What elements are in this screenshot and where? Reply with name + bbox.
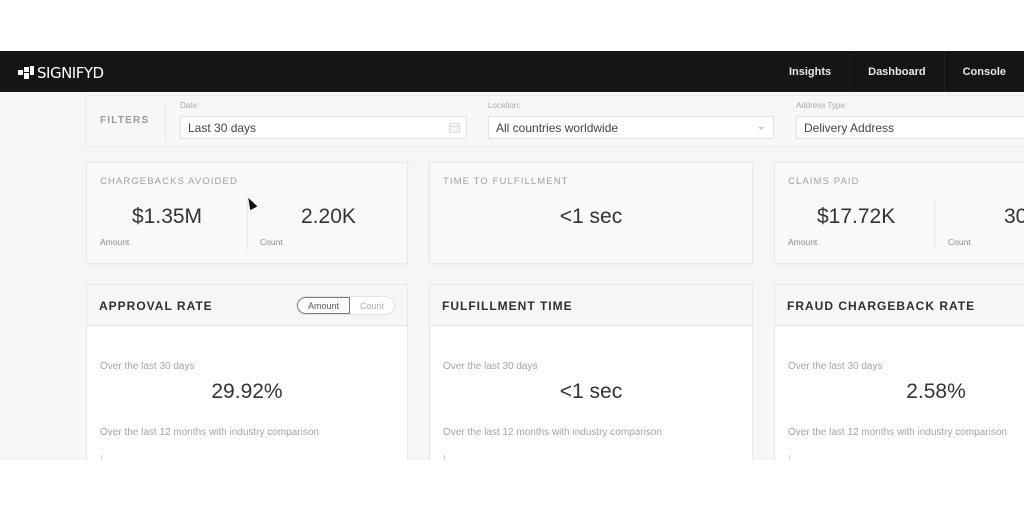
fraud-chargeback-rate-value: 2.58% xyxy=(906,380,966,403)
nav-dashboard[interactable]: Dashboard xyxy=(849,51,943,92)
panel-title: APPROVAL RATE xyxy=(99,299,213,313)
date-filter-value: Last 30 days xyxy=(188,120,257,135)
metric-divider xyxy=(934,198,935,250)
nav-insights[interactable]: Insights xyxy=(771,51,849,92)
location-filter: Location: All countries worldwide xyxy=(488,101,774,139)
top-navbar: SIGNIFYD Insights Dashboard Console xyxy=(0,51,1024,92)
period-label: Over the last 30 days xyxy=(788,361,883,372)
fraud-chargeback-rate-panel: FRAUD CHARGEBACK RATE Over the last 30 d… xyxy=(774,284,1024,460)
fulfillment-time-value: <1 sec xyxy=(559,380,623,403)
time-to-fulfillment-value: <1 sec xyxy=(559,205,623,228)
approval-rate-value: 29.92% xyxy=(211,380,283,403)
logo-mark-icon xyxy=(18,66,34,80)
chargebacks-count-value: 2.20K xyxy=(301,205,356,228)
calendar-icon[interactable] xyxy=(449,123,460,133)
address-type-filter-value: Delivery Address xyxy=(804,120,895,135)
chargebacks-avoided-card: CHARGEBACKS AVOIDED $1.35M Amount 2.20K … xyxy=(86,162,408,264)
chargebacks-count-label: Count xyxy=(260,237,283,247)
location-filter-label: Location: xyxy=(488,101,521,110)
date-filter: Date: Last 30 days xyxy=(180,101,467,139)
time-to-fulfillment-card: TIME TO FULFILLMENT <1 sec xyxy=(429,162,753,264)
toggle-amount[interactable]: Amount xyxy=(296,297,350,314)
claims-count-label: Count xyxy=(948,237,971,247)
claims-count-value: 30 xyxy=(1004,205,1024,228)
claims-amount-value: $17.72K xyxy=(817,205,896,228)
panel-header: FULFILLMENT TIME xyxy=(430,285,752,326)
claims-paid-card: CLAIMS PAID $17.72K Amount 30 Count xyxy=(774,162,1024,264)
card-title: CLAIMS PAID xyxy=(788,176,860,187)
app-screen: SIGNIFYD Insights Dashboard Console FILT… xyxy=(0,51,1024,460)
location-filter-value: All countries worldwide xyxy=(496,120,619,135)
signifyd-logo[interactable]: SIGNIFYD xyxy=(18,64,104,82)
comparison-label: Over the last 12 months with industry co… xyxy=(788,427,1007,438)
period-label: Over the last 30 days xyxy=(100,361,195,372)
chevron-down-icon xyxy=(758,127,764,130)
panel-header: FRAUD CHARGEBACK RATE xyxy=(775,285,1024,326)
date-filter-input[interactable]: Last 30 days xyxy=(180,116,467,139)
nav-console[interactable]: Console xyxy=(943,51,1024,92)
panel-title: FULFILLMENT TIME xyxy=(442,299,573,313)
comparison-label: Over the last 12 months with industry co… xyxy=(100,427,319,438)
approval-rate-panel: APPROVAL RATE Amount Count Over the last… xyxy=(86,284,408,460)
address-type-filter-select[interactable]: Delivery Address xyxy=(796,116,1024,139)
amount-count-toggle: Amount Count xyxy=(295,296,395,315)
address-type-filter-label: Address Type: xyxy=(796,101,847,110)
brand-name: SIGNIFYD xyxy=(37,64,104,82)
toggle-count[interactable]: Count xyxy=(350,297,394,314)
fulfillment-time-panel: FULFILLMENT TIME Over the last 30 days <… xyxy=(429,284,753,460)
card-title: CHARGEBACKS AVOIDED xyxy=(100,176,238,187)
filters-divider xyxy=(165,104,166,142)
period-label: Over the last 30 days xyxy=(443,361,538,372)
card-title: TIME TO FULFILLMENT xyxy=(443,176,569,187)
chart-axis-tick xyxy=(789,455,790,460)
comparison-label: Over the last 12 months with industry co… xyxy=(443,427,662,438)
date-filter-label: Date: xyxy=(180,101,200,110)
panel-title: FRAUD CHARGEBACK RATE xyxy=(787,299,976,313)
main-nav: Insights Dashboard Console xyxy=(771,51,1024,92)
chargebacks-amount-value: $1.35M xyxy=(132,205,203,228)
filters-label: FILTERS xyxy=(100,115,150,126)
filters-bar: FILTERS Date: Last 30 days Location: All… xyxy=(86,95,1024,147)
location-filter-select[interactable]: All countries worldwide xyxy=(488,116,774,139)
panel-header: APPROVAL RATE Amount Count xyxy=(87,285,407,326)
chart-axis-tick xyxy=(444,455,445,460)
chargebacks-amount-label: Amount xyxy=(100,237,130,247)
chart-axis-tick xyxy=(101,455,102,460)
address-type-filter: Address Type: Delivery Address xyxy=(796,101,1024,139)
claims-amount-label: Amount xyxy=(788,237,818,247)
